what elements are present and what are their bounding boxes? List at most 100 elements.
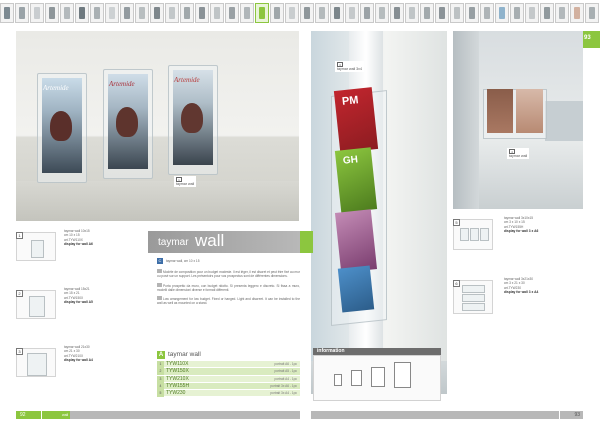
size-diagram-a6 xyxy=(334,374,342,386)
left-product-list: 1 taymar wall 10x15 cm 10 x 15 art.TYW11… xyxy=(16,229,146,399)
page-thumbnail[interactable] xyxy=(420,3,434,23)
thumbnail-preview xyxy=(49,7,55,19)
thumbnail-preview xyxy=(589,7,595,19)
page-thumbnail[interactable] xyxy=(225,3,239,23)
page-thumbnail[interactable] xyxy=(270,3,284,23)
footer-section-label: wall xyxy=(62,413,69,417)
page-thumbnail[interactable] xyxy=(525,3,539,23)
intro-line: taymar wall, cm 10 x 15 xyxy=(166,259,200,263)
page-thumbnail[interactable] xyxy=(195,3,209,23)
page-thumbnail[interactable] xyxy=(360,3,374,23)
page-thumbnail[interactable] xyxy=(180,3,194,23)
page-thumbnail[interactable] xyxy=(15,3,29,23)
page-thumbnail[interactable] xyxy=(390,3,404,23)
product-image: 1 xyxy=(16,232,56,261)
table-row: 5 TYW230 portrait 3x A4 - 1pc xyxy=(157,390,300,398)
page-thumbnail[interactable] xyxy=(150,3,164,23)
page-thumbnail[interactable] xyxy=(120,3,134,23)
table-row: 4 TYW155H portrait 3x A6 - 1pc xyxy=(157,382,300,391)
thumbnail-preview xyxy=(454,7,460,19)
product-desc: display for wall A4 xyxy=(64,357,93,362)
page-thumbnail[interactable] xyxy=(285,3,299,23)
product-number: 5 xyxy=(453,219,460,226)
paragraph-fr: Modèle de composition pour un budget mod… xyxy=(157,269,300,279)
thumbnail-preview xyxy=(4,7,10,19)
page-thumbnail[interactable] xyxy=(0,3,14,23)
caption-text: taymar wall xyxy=(176,182,195,186)
table-heading: taymar wall xyxy=(168,351,201,358)
thumbnail-preview xyxy=(409,7,415,19)
thumbnail-preview xyxy=(19,7,25,19)
page-thumbnail[interactable] xyxy=(45,3,59,23)
thumbnail-preview xyxy=(529,7,535,19)
footer-right-number: 93 xyxy=(574,412,580,418)
product-desc: display for wall A6 xyxy=(64,241,93,246)
photo-caption: 4 taymar wall xyxy=(507,148,530,159)
footer-left-bar xyxy=(70,411,300,419)
thumbnail-preview xyxy=(259,7,265,19)
page-thumbnail[interactable] xyxy=(555,3,569,23)
footer-right-page: 93 xyxy=(559,411,583,419)
thumbnail-preview xyxy=(124,7,130,19)
page-thumbnail[interactable] xyxy=(585,3,599,23)
flag-fr-icon xyxy=(157,269,162,273)
table-row: 2 TYW150X portrait A5 - 1pc xyxy=(157,368,300,376)
caption-text: taymar wall 3x4 xyxy=(337,67,362,71)
thumbnail-preview xyxy=(154,7,160,19)
page-thumbnail[interactable] xyxy=(480,3,494,23)
page-thumbnail[interactable] xyxy=(60,3,74,23)
thumbnail-preview xyxy=(559,7,565,19)
footer-right-bar xyxy=(311,411,559,419)
page-thumbnail[interactable] xyxy=(450,3,464,23)
page-thumbnail[interactable] xyxy=(315,3,329,23)
page-thumbnail[interactable] xyxy=(345,3,359,23)
model-desc: portrait A6 - 1pc xyxy=(274,362,297,366)
page-thumbnail[interactable] xyxy=(330,3,344,23)
title-accent xyxy=(300,231,313,253)
thumbnail-preview xyxy=(64,7,70,19)
model-code: TYW150X xyxy=(166,368,189,375)
paragraph-en: Low arrangement for low budget. Fixed or… xyxy=(157,296,300,306)
footer-left-number: 92 xyxy=(20,412,26,418)
thumbnail-preview xyxy=(439,7,445,19)
thumbnail-preview xyxy=(379,7,385,19)
photo-office-display: 4 taymar wall xyxy=(453,31,583,209)
page-thumbnail[interactable] xyxy=(495,3,509,23)
thumbnail-preview xyxy=(94,7,100,19)
page-thumbnail[interactable] xyxy=(570,3,584,23)
page-thumbnail[interactable] xyxy=(165,3,179,23)
product-number: 2 xyxy=(16,290,23,297)
photo-tall-display: PM GH 3 taymar wall 3x4 xyxy=(311,31,447,394)
title-brand: taymar xyxy=(158,237,189,248)
page-thumbnail[interactable] xyxy=(105,3,119,23)
thumbnail-preview xyxy=(334,7,340,19)
page-thumbnail[interactable] xyxy=(465,3,479,23)
thumbnail-preview xyxy=(199,7,205,19)
product-number: 3 xyxy=(16,348,23,355)
product-item: 6 taymar wall 3x21x30 cm 3 x 21 x 30 art… xyxy=(453,277,583,317)
page-thumbnail[interactable] xyxy=(435,3,449,23)
model-code: TYW155H xyxy=(166,382,190,389)
info-diagram xyxy=(313,355,441,401)
page-thumbnail[interactable] xyxy=(300,3,314,23)
page-thumbnail[interactable] xyxy=(90,3,104,23)
model-desc: portrait 3x A4 - 1pc xyxy=(270,391,297,396)
page-thumbnail[interactable] xyxy=(30,3,44,23)
thumbnail-preview xyxy=(229,7,235,19)
caption-text: taymar wall xyxy=(509,154,528,158)
page-thumbnail[interactable] xyxy=(210,3,224,23)
page-thumbnail[interactable] xyxy=(75,3,89,23)
table-row: 1 TYW110X portrait A6 - 1pc xyxy=(157,361,300,369)
page-thumbnail[interactable] xyxy=(540,3,554,23)
page-thumbnail[interactable] xyxy=(135,3,149,23)
info-header: information xyxy=(313,348,441,355)
page-thumbnail[interactable] xyxy=(510,3,524,23)
thumbnail-preview xyxy=(469,7,475,19)
page-thumbnail[interactable] xyxy=(405,3,419,23)
page-thumbnail[interactable] xyxy=(240,3,254,23)
right-product-list: 5 taymar wall 3x10x15 cm 3 x 10 x 15 art… xyxy=(453,216,583,314)
model-code: TYW230 xyxy=(166,390,186,397)
page-thumbnail[interactable] xyxy=(375,3,389,23)
thumbnail-preview xyxy=(109,7,115,19)
page-thumbnail[interactable] xyxy=(255,3,269,23)
